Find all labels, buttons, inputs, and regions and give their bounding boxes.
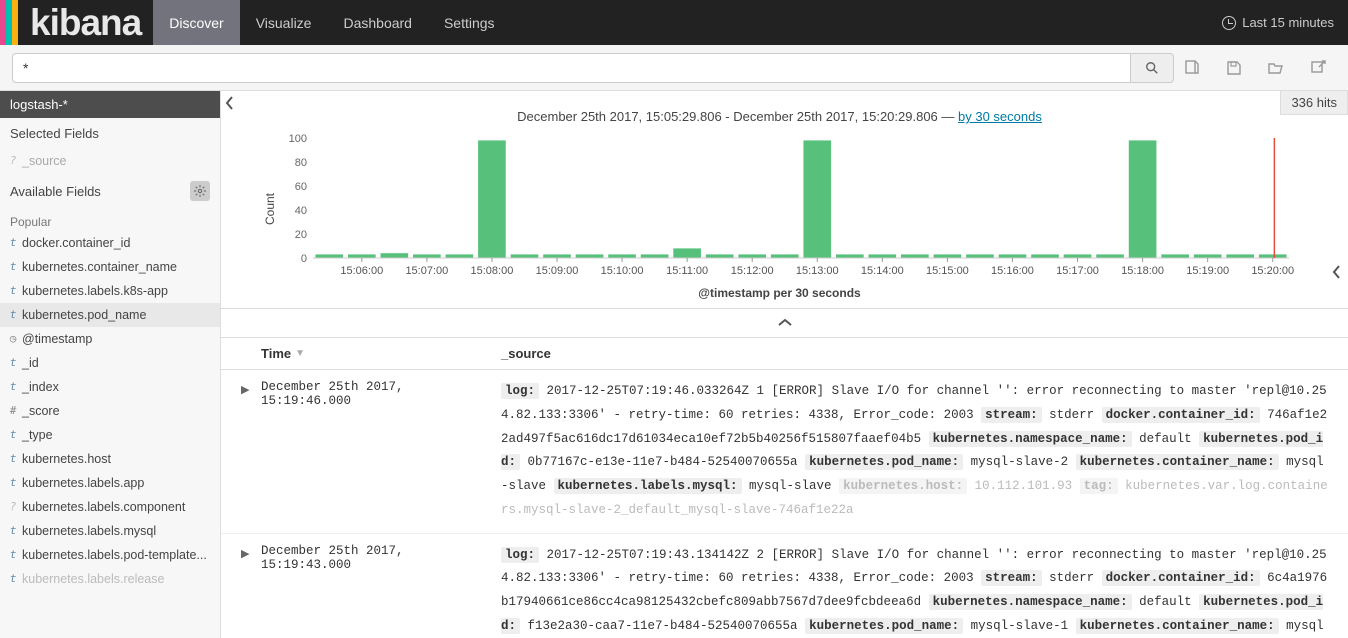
logo[interactable]: kibana [0, 0, 153, 45]
chevron-left-icon [225, 96, 235, 110]
svg-text:15:15:00: 15:15:00 [926, 265, 969, 277]
chart-ylabel: Count [261, 134, 279, 284]
histogram-chart: December 25th 2017, 15:05:29.806 - Decem… [221, 91, 1348, 309]
svg-text:15:13:00: 15:13:00 [796, 265, 839, 277]
available-fields-header: Available Fields [0, 173, 220, 209]
clock-icon [1222, 16, 1236, 30]
field-docker.container_id[interactable]: tdocker.container_id [0, 231, 220, 255]
field-@timestamp[interactable]: ◷@timestamp [0, 327, 220, 351]
nav-visualize[interactable]: Visualize [240, 0, 328, 45]
chart-collapse-button[interactable] [1328, 261, 1346, 288]
nav-discover[interactable]: Discover [153, 0, 239, 45]
svg-text:15:06:00: 15:06:00 [340, 265, 383, 277]
time-picker-label: Last 15 minutes [1242, 15, 1334, 30]
content-area: 336 hits December 25th 2017, 15:05:29.80… [221, 91, 1348, 638]
search-icon [1145, 61, 1159, 75]
field-_type[interactable]: t_type [0, 423, 220, 447]
field-kubernetes.labels.app[interactable]: tkubernetes.labels.app [0, 471, 220, 495]
hits-count: 336 hits [1280, 91, 1348, 115]
nav-settings[interactable]: Settings [428, 0, 511, 45]
svg-text:15:08:00: 15:08:00 [471, 265, 514, 277]
chart-interval-link[interactable]: by 30 seconds [958, 109, 1042, 124]
svg-text:15:11:00: 15:11:00 [666, 265, 708, 277]
field-_index[interactable]: t_index [0, 375, 220, 399]
top-nav: kibana Discover Visualize Dashboard Sett… [0, 0, 1348, 45]
svg-text:15:20:00: 15:20:00 [1251, 265, 1294, 277]
search-button[interactable] [1130, 53, 1174, 83]
col-source-header[interactable]: _source [501, 346, 1328, 361]
field-kubernetes.pod_name[interactable]: tkubernetes.pod_name [0, 303, 220, 327]
svg-text:20: 20 [295, 229, 307, 241]
svg-text:15:10:00: 15:10:00 [601, 265, 644, 277]
svg-text:100: 100 [289, 134, 307, 145]
index-pattern-label: logstash-* [10, 97, 68, 112]
chart-toggle-button[interactable] [221, 309, 1348, 338]
field-kubernetes.labels.k8s-app[interactable]: tkubernetes.labels.k8s-app [0, 279, 220, 303]
field-kubernetes.labels.component[interactable]: ?kubernetes.labels.component [0, 495, 220, 519]
cell-source: log: 2017-12-25T07:19:43.134142Z 2 [ERRO… [501, 544, 1328, 638]
toolbar-icons [1184, 60, 1336, 76]
sidebar: logstash-* Selected Fields ?_source Avai… [0, 91, 221, 638]
logo-stripes [0, 0, 18, 45]
table-row: ▶December 25th 2017, 15:19:46.000log: 20… [221, 370, 1348, 534]
svg-text:15:12:00: 15:12:00 [731, 265, 774, 277]
document-table: Time ▼ _source ▶December 25th 2017, 15:1… [221, 338, 1348, 638]
nav-items: Discover Visualize Dashboard Settings [153, 0, 510, 45]
open-icon[interactable] [1268, 60, 1284, 76]
svg-text:15:18:00: 15:18:00 [1121, 265, 1164, 277]
col-time-header[interactable]: Time ▼ [261, 346, 501, 361]
field-kubernetes.container_name[interactable]: tkubernetes.container_name [0, 255, 220, 279]
cell-time: December 25th 2017, 15:19:46.000 [261, 380, 501, 523]
svg-text:40: 40 [295, 205, 307, 217]
chart-title: December 25th 2017, 15:05:29.806 - Decem… [261, 109, 1298, 124]
chart-xlabel: @timestamp per 30 seconds [261, 286, 1298, 300]
svg-text:80: 80 [295, 157, 307, 169]
svg-text:15:07:00: 15:07:00 [405, 265, 448, 277]
chevron-up-icon [778, 318, 792, 328]
svg-text:0: 0 [301, 253, 307, 265]
new-icon[interactable] [1184, 60, 1200, 76]
popular-fields-label: Popular [0, 209, 220, 231]
sidebar-collapse-button[interactable] [221, 92, 239, 119]
cell-source: log: 2017-12-25T07:19:46.033264Z 1 [ERRO… [501, 380, 1328, 523]
field-_score[interactable]: #_score [0, 399, 220, 423]
svg-text:15:16:00: 15:16:00 [991, 265, 1034, 277]
field-kubernetes.labels.mysql[interactable]: tkubernetes.labels.mysql [0, 519, 220, 543]
sort-desc-icon: ▼ [295, 348, 305, 359]
index-pattern-selector[interactable]: logstash-* [0, 91, 220, 118]
svg-text:15:19:00: 15:19:00 [1186, 265, 1229, 277]
table-row: ▶December 25th 2017, 15:19:43.000log: 20… [221, 534, 1348, 638]
field-kubernetes.labels.release[interactable]: tkubernetes.labels.release [0, 567, 220, 591]
logo-text: kibana [18, 2, 141, 44]
search-input[interactable] [12, 53, 1130, 83]
nav-dashboard[interactable]: Dashboard [327, 0, 428, 45]
gear-icon [194, 185, 206, 197]
svg-text:15:09:00: 15:09:00 [536, 265, 579, 277]
chart-canvas[interactable]: 0 20 40 60 80 100 15:06:00 15:07:00 15:08:00 15:0… [279, 134, 1298, 284]
svg-text:15:14:00: 15:14:00 [861, 265, 904, 277]
table-header: Time ▼ _source [221, 338, 1348, 370]
field-settings-button[interactable] [190, 181, 210, 201]
field-kubernetes.labels.pod-template...[interactable]: tkubernetes.labels.pod-template... [0, 543, 220, 567]
field-_id[interactable]: t_id [0, 351, 220, 375]
chevron-left-icon [1332, 265, 1342, 279]
share-icon[interactable] [1310, 60, 1326, 76]
svg-text:15:17:00: 15:17:00 [1056, 265, 1099, 277]
expand-row-button[interactable]: ▶ [241, 544, 261, 638]
save-icon[interactable] [1226, 60, 1242, 76]
time-picker[interactable]: Last 15 minutes [1222, 0, 1348, 45]
field-kubernetes.host[interactable]: tkubernetes.host [0, 447, 220, 471]
svg-text:60: 60 [295, 181, 307, 193]
selected-fields-header: Selected Fields [0, 118, 220, 149]
expand-row-button[interactable]: ▶ [241, 380, 261, 523]
cell-time: December 25th 2017, 15:19:43.000 [261, 544, 501, 638]
field-_source[interactable]: ?_source [0, 149, 220, 173]
